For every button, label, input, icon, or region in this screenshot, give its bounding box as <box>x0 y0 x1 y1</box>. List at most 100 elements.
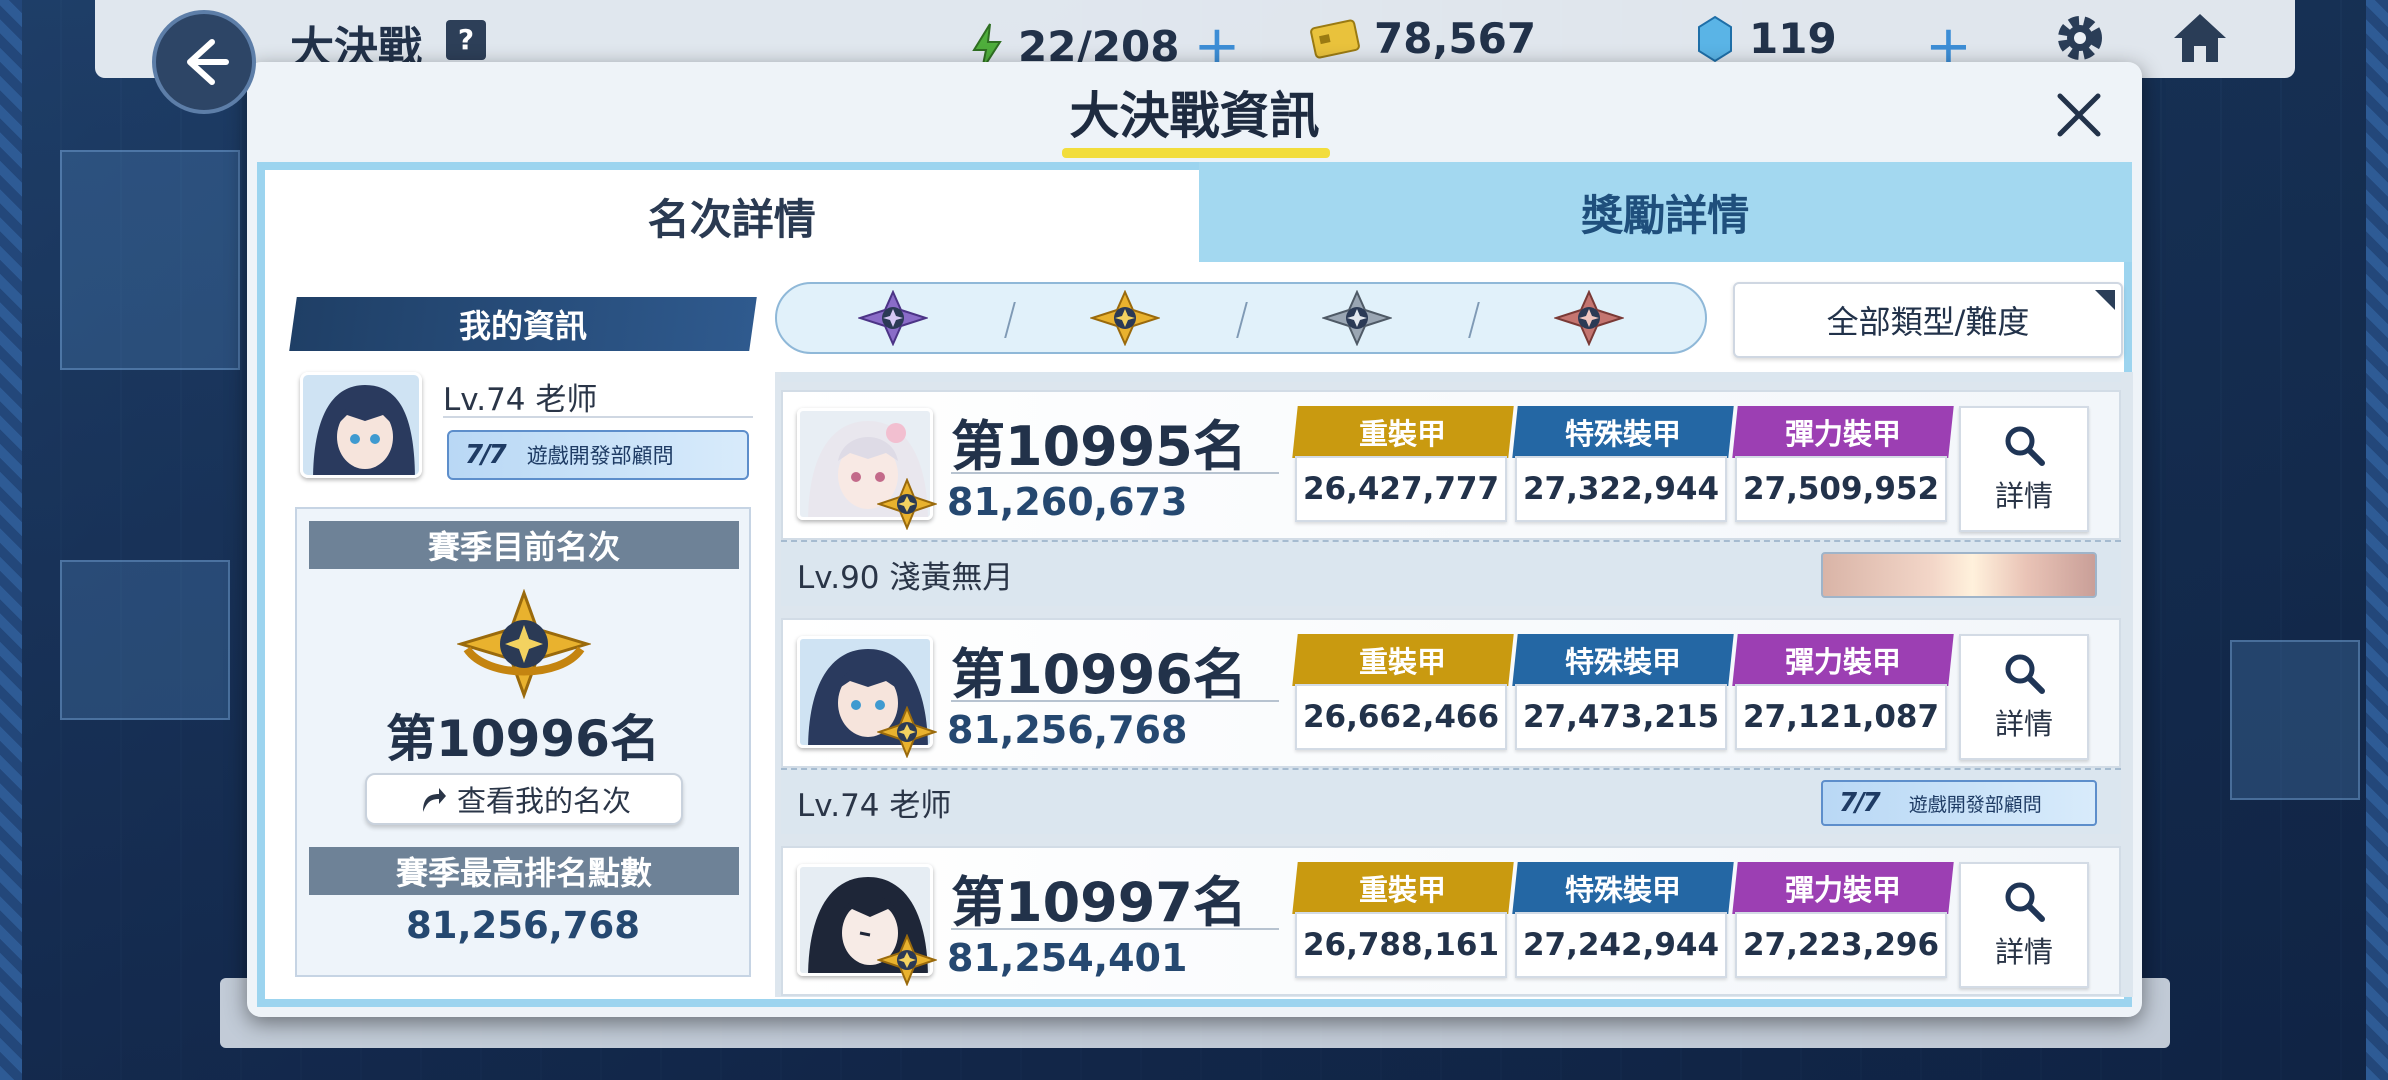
silver-tier-emblem-icon <box>1322 290 1392 346</box>
gold-tier-emblem-icon <box>877 934 937 986</box>
season-rank-label: 賽季目前名次 <box>309 521 739 569</box>
special-armor-value: 27,322,944 <box>1515 456 1727 522</box>
title-underline <box>1062 148 1330 158</box>
list-item: 第10995名 81,260,673 重裝甲 26,427,777 特殊裝甲 2… <box>781 390 2121 612</box>
entry-footer: Lv.90 淺黃無月 <box>781 540 2121 606</box>
heavy-armor-score: 重裝甲 26,788,161 <box>1292 862 1514 980</box>
pyroxene-gem-icon <box>1698 15 1732 62</box>
player-banner: 7/7 遊戲開發部顧問 <box>1821 780 2097 826</box>
ranking-entry-card: 第10997名 81,254,401 重裝甲 26,788,161 特殊裝甲 2… <box>781 846 2121 996</box>
heavy-armor-value: 26,427,777 <box>1295 456 1507 522</box>
entry-footer: Lv.74 老师 7/7 遊戲開發部顧問 <box>781 768 2121 834</box>
credit-card-icon <box>1310 18 1360 59</box>
detail-button[interactable]: 詳情 <box>1959 634 2089 760</box>
elastic-armor-value: 27,121,087 <box>1735 684 1947 750</box>
special-armor-label: 特殊裝甲 <box>1564 873 1681 907</box>
club-logo-icon: 7/7 <box>465 440 507 470</box>
tab-reward-details[interactable]: 獎勵詳情 <box>1198 162 2132 262</box>
divider <box>443 416 753 418</box>
special-armor-score: 特殊裝甲 27,473,215 <box>1512 634 1734 752</box>
detail-label: 詳情 <box>1994 707 2053 741</box>
heavy-armor-label: 重裝甲 <box>1359 873 1447 907</box>
rank-details-panel: 我的資訊 Lv.74 老师 7/7 遊戲開發部顧問 賽季目前名次 第10996名… <box>257 262 2133 1007</box>
my-info-header: 我的資訊 <box>289 297 757 351</box>
list-item-partial <box>781 372 2121 382</box>
search-icon <box>2005 426 2045 466</box>
settings-button[interactable] <box>2050 8 2110 68</box>
entry-score: 81,260,673 <box>947 480 1188 524</box>
detail-label: 詳情 <box>1994 935 2053 969</box>
season-info-box: 賽季目前名次 第10996名 查看我的名次 賽季最高排名點數 81,256,76… <box>295 507 751 977</box>
special-armor-label: 特殊裝甲 <box>1564 417 1681 451</box>
divider <box>951 928 1279 930</box>
close-icon <box>2057 93 2101 137</box>
elastic-armor-value: 27,223,296 <box>1735 912 1947 978</box>
modal-title: 大決戰資訊 <box>1069 87 1320 145</box>
gold-tier-emblem-icon <box>877 706 937 758</box>
search-icon <box>2005 882 2045 922</box>
heavy-armor-score: 重裝甲 26,662,466 <box>1292 634 1514 752</box>
platinum-tier-emblem-icon <box>858 290 928 346</box>
home-icon <box>2174 14 2226 62</box>
divider <box>951 700 1279 702</box>
share-arrow-icon <box>422 788 446 812</box>
gold-tier-emblem-icon <box>1090 290 1160 346</box>
back-arrow-icon <box>187 39 229 85</box>
entry-rank: 第10996名 <box>951 643 1247 706</box>
view-my-rank-button[interactable]: 查看我的名次 <box>365 773 683 825</box>
detail-button[interactable]: 詳情 <box>1959 862 2089 988</box>
filter-gold[interactable] <box>1009 284 1241 352</box>
raid-info-modal: 大決戰資訊 名次詳情 獎勵詳情 我的資訊 Lv.74 老师 7/7 遊戲開發部顧… <box>247 62 2142 1017</box>
filter-silver[interactable] <box>1241 284 1473 352</box>
season-best-label: 賽季最高排名點數 <box>309 847 739 895</box>
detail-button[interactable]: 詳情 <box>1959 406 2089 532</box>
banner-label: 遊戲開發部顧問 <box>1908 793 2042 816</box>
elastic-armor-value: 27,509,952 <box>1735 456 1947 522</box>
entry-rank: 第10995名 <box>951 415 1247 478</box>
entry-level: Lv.74 老师 <box>797 787 952 824</box>
elastic-armor-label: 彈力裝甲 <box>1784 645 1901 679</box>
divider <box>951 472 1279 474</box>
my-title-badge: 7/7 遊戲開發部顧問 <box>447 430 749 480</box>
filter-platinum[interactable] <box>777 284 1009 352</box>
credits-counter: 78,567 <box>1310 14 1536 63</box>
ranking-entry-card: 第10996名 81,256,768 重裝甲 26,662,466 特殊裝甲 2… <box>781 618 2121 768</box>
help-icon[interactable]: ? <box>446 20 486 60</box>
detail-label: 詳情 <box>1994 479 2053 513</box>
special-armor-score: 特殊裝甲 27,242,944 <box>1512 862 1734 980</box>
elastic-armor-label: 彈力裝甲 <box>1784 417 1901 451</box>
ranking-list[interactable]: 第10995名 81,260,673 重裝甲 26,427,777 特殊裝甲 2… <box>775 372 2133 997</box>
home-button[interactable] <box>2170 8 2230 68</box>
special-armor-label: 特殊裝甲 <box>1564 645 1681 679</box>
entry-rank: 第10997名 <box>951 871 1247 934</box>
tab-rank-details[interactable]: 名次詳情 <box>257 162 1199 262</box>
type-difficulty-select[interactable]: 全部類型/難度 <box>1733 282 2123 358</box>
heavy-armor-value: 26,662,466 <box>1295 684 1507 750</box>
elastic-armor-score: 彈力裝甲 27,509,952 <box>1732 406 1954 524</box>
gear-icon <box>2058 16 2102 60</box>
elastic-armor-score: 彈力裝甲 27,223,296 <box>1732 862 1954 980</box>
filter-bronze[interactable] <box>1473 284 1705 352</box>
type-select-label: 全部類型/難度 <box>1826 303 2030 341</box>
credits-value: 78,567 <box>1374 14 1537 63</box>
heavy-armor-score: 重裝甲 26,427,777 <box>1292 406 1514 524</box>
entry-score: 81,256,768 <box>947 708 1188 752</box>
heavy-armor-label: 重裝甲 <box>1359 645 1447 679</box>
entry-level: Lv.90 淺黃無月 <box>797 559 1014 596</box>
dropdown-corner-icon <box>2095 290 2115 310</box>
bronze-tier-emblem-icon <box>1554 290 1624 346</box>
season-best-value: 81,256,768 <box>405 904 641 947</box>
heavy-armor-label: 重裝甲 <box>1359 417 1447 451</box>
my-level: Lv.74 老师 <box>443 382 598 418</box>
close-button[interactable] <box>2044 80 2114 150</box>
pyroxene-counter: 119 <box>1695 14 1837 63</box>
gold-tier-emblem-icon <box>457 589 591 699</box>
gold-tier-emblem-icon <box>877 478 937 530</box>
avatar <box>300 372 422 478</box>
ranking-entry-card: 第10995名 81,260,673 重裝甲 26,427,777 特殊裝甲 2… <box>781 390 2121 540</box>
back-button[interactable] <box>152 10 256 114</box>
decorative-stripe-right <box>2366 0 2388 1080</box>
decorative-stripe-left <box>0 0 22 1080</box>
elastic-armor-score: 彈力裝甲 27,121,087 <box>1732 634 1954 752</box>
elastic-armor-label: 彈力裝甲 <box>1784 873 1901 907</box>
